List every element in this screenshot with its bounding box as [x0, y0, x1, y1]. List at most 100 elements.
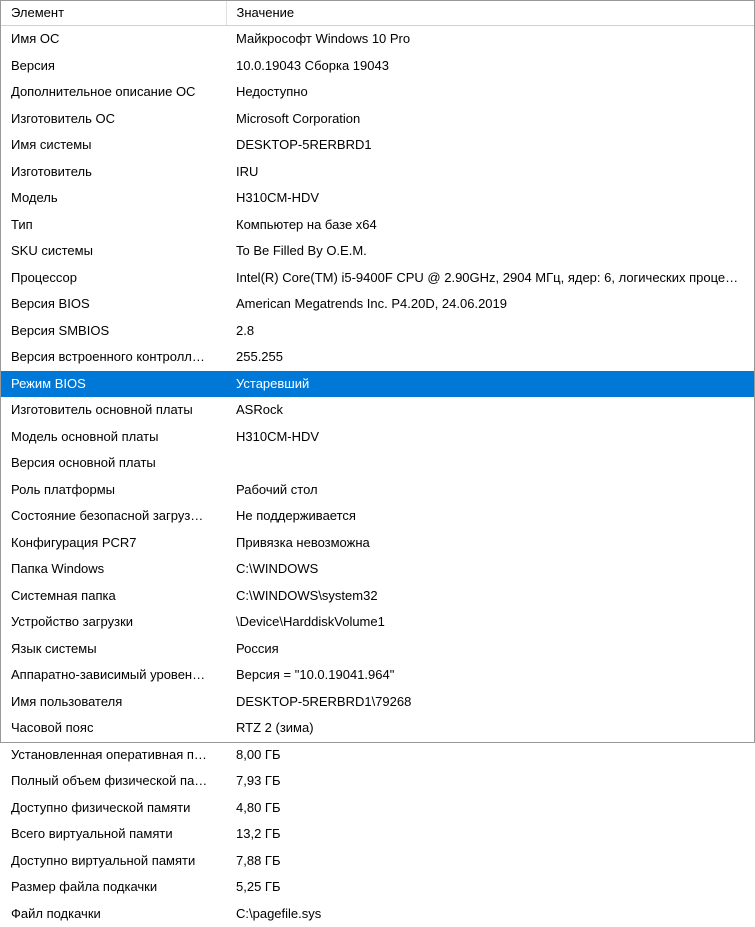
property-value: IRU [226, 159, 754, 186]
property-name: SKU системы [1, 238, 226, 265]
table-row[interactable]: Дополнительное описание ОСНедоступно [1, 79, 754, 106]
property-value: 10.0.19043 Сборка 19043 [226, 53, 754, 80]
property-name: Конфигурация PCR7 [1, 530, 226, 557]
table-row[interactable]: Системная папкаC:\WINDOWS\system32 [1, 583, 754, 610]
table-row[interactable]: ПроцессорIntel(R) Core(TM) i5-9400F CPU … [1, 265, 754, 292]
property-name: Изготовитель ОС [1, 106, 226, 133]
table-row[interactable]: Доступно физической памяти4,80 ГБ [1, 795, 754, 822]
table-row[interactable]: Полный объем физической па…7,93 ГБ [1, 768, 754, 795]
table-row[interactable]: Имя пользователяDESKTOP-5RERBRD1\79268 [1, 689, 754, 716]
table-row[interactable]: Роль платформыРабочий стол [1, 477, 754, 504]
table-row[interactable]: SKU системыTo Be Filled By O.E.M. [1, 238, 754, 265]
property-value: 5,25 ГБ [226, 874, 754, 901]
table-row[interactable]: Размер файла подкачки5,25 ГБ [1, 874, 754, 901]
table-row[interactable]: Установленная оперативная п…8,00 ГБ [1, 742, 754, 769]
property-name: Установленная оперативная п… [1, 742, 226, 769]
property-value: Устаревший [226, 371, 754, 398]
table-row[interactable]: Версия основной платы [1, 450, 754, 477]
table-row[interactable]: Версия встроенного контролл…255.255 [1, 344, 754, 371]
property-name: Имя ОС [1, 26, 226, 53]
property-name: Имя пользователя [1, 689, 226, 716]
property-value: 13,2 ГБ [226, 821, 754, 848]
table-row[interactable]: Версия BIOSAmerican Megatrends Inc. P4.2… [1, 291, 754, 318]
table-row[interactable]: Версия SMBIOS2.8 [1, 318, 754, 345]
table-row[interactable]: Язык системыРоссия [1, 636, 754, 663]
column-header-element[interactable]: Элемент [1, 1, 226, 26]
table-row[interactable]: Модель основной платыH310CM-HDV [1, 424, 754, 451]
property-name: Версия основной платы [1, 450, 226, 477]
property-value: Компьютер на базе x64 [226, 212, 754, 239]
property-name: Аппаратно-зависимый уровен… [1, 662, 226, 689]
property-name: Дополнительное описание ОС [1, 79, 226, 106]
property-name: Доступно виртуальной памяти [1, 848, 226, 875]
property-value: Не поддерживается [226, 503, 754, 530]
property-value: C:\WINDOWS\system32 [226, 583, 754, 610]
property-value: 7,88 ГБ [226, 848, 754, 875]
property-value: Версия = "10.0.19041.964" [226, 662, 754, 689]
property-name: Версия BIOS [1, 291, 226, 318]
table-row[interactable]: Состояние безопасной загруз…Не поддержив… [1, 503, 754, 530]
property-name: Доступно физической памяти [1, 795, 226, 822]
table-row[interactable]: ИзготовительIRU [1, 159, 754, 186]
property-value: American Megatrends Inc. P4.20D, 24.06.2… [226, 291, 754, 318]
property-value: 255.255 [226, 344, 754, 371]
table-row[interactable]: Имя системыDESKTOP-5RERBRD1 [1, 132, 754, 159]
property-name: Язык системы [1, 636, 226, 663]
property-name: Часовой пояс [1, 715, 226, 742]
table-row[interactable]: Конфигурация PCR7Привязка невозможна [1, 530, 754, 557]
table-row[interactable]: Режим BIOSУстаревший [1, 371, 754, 398]
property-name: Файл подкачки [1, 901, 226, 927]
table-row[interactable]: Изготовитель основной платыASRock [1, 397, 754, 424]
property-name: Роль платформы [1, 477, 226, 504]
property-name: Полный объем физической па… [1, 768, 226, 795]
table-row[interactable]: Версия10.0.19043 Сборка 19043 [1, 53, 754, 80]
property-name: Размер файла подкачки [1, 874, 226, 901]
property-value: C:\pagefile.sys [226, 901, 754, 927]
table-header-row: Элемент Значение [1, 1, 754, 26]
property-name: Процессор [1, 265, 226, 292]
property-name: Модель [1, 185, 226, 212]
property-value: H310CM-HDV [226, 185, 754, 212]
property-value: To Be Filled By O.E.M. [226, 238, 754, 265]
property-value: RTZ 2 (зима) [226, 715, 754, 742]
table-row[interactable]: Часовой поясRTZ 2 (зима) [1, 715, 754, 742]
property-name: Изготовитель [1, 159, 226, 186]
property-name: Модель основной платы [1, 424, 226, 451]
property-value: 2.8 [226, 318, 754, 345]
property-value: Недоступно [226, 79, 754, 106]
property-name: Имя системы [1, 132, 226, 159]
property-name: Системная папка [1, 583, 226, 610]
property-value: Рабочий стол [226, 477, 754, 504]
property-value: Привязка невозможна [226, 530, 754, 557]
table-row[interactable]: Устройство загрузки\Device\HarddiskVolum… [1, 609, 754, 636]
property-value: 8,00 ГБ [226, 742, 754, 769]
table-row[interactable]: Аппаратно-зависимый уровен…Версия = "10.… [1, 662, 754, 689]
table-row[interactable]: Файл подкачкиC:\pagefile.sys [1, 901, 754, 927]
property-name: Версия SMBIOS [1, 318, 226, 345]
table-row[interactable]: Папка WindowsC:\WINDOWS [1, 556, 754, 583]
column-header-value[interactable]: Значение [226, 1, 754, 26]
property-value: Россия [226, 636, 754, 663]
property-value: ASRock [226, 397, 754, 424]
property-value: C:\WINDOWS [226, 556, 754, 583]
property-value: DESKTOP-5RERBRD1 [226, 132, 754, 159]
property-name: Изготовитель основной платы [1, 397, 226, 424]
property-value: DESKTOP-5RERBRD1\79268 [226, 689, 754, 716]
table-row[interactable]: ТипКомпьютер на базе x64 [1, 212, 754, 239]
system-info-table: Элемент Значение Имя ОСМайкрософт Window… [1, 1, 754, 927]
property-value: Intel(R) Core(TM) i5-9400F CPU @ 2.90GHz… [226, 265, 754, 292]
property-value: Майкрософт Windows 10 Pro [226, 26, 754, 53]
table-row[interactable]: МодельH310CM-HDV [1, 185, 754, 212]
property-name: Всего виртуальной памяти [1, 821, 226, 848]
table-row[interactable]: Изготовитель ОСMicrosoft Corporation [1, 106, 754, 133]
table-row[interactable]: Всего виртуальной памяти13,2 ГБ [1, 821, 754, 848]
property-name: Тип [1, 212, 226, 239]
property-value: H310CM-HDV [226, 424, 754, 451]
table-row[interactable]: Имя ОСМайкрософт Windows 10 Pro [1, 26, 754, 53]
property-name: Папка Windows [1, 556, 226, 583]
property-name: Версия [1, 53, 226, 80]
property-value [226, 450, 754, 477]
property-value: 7,93 ГБ [226, 768, 754, 795]
property-name: Режим BIOS [1, 371, 226, 398]
table-row[interactable]: Доступно виртуальной памяти7,88 ГБ [1, 848, 754, 875]
